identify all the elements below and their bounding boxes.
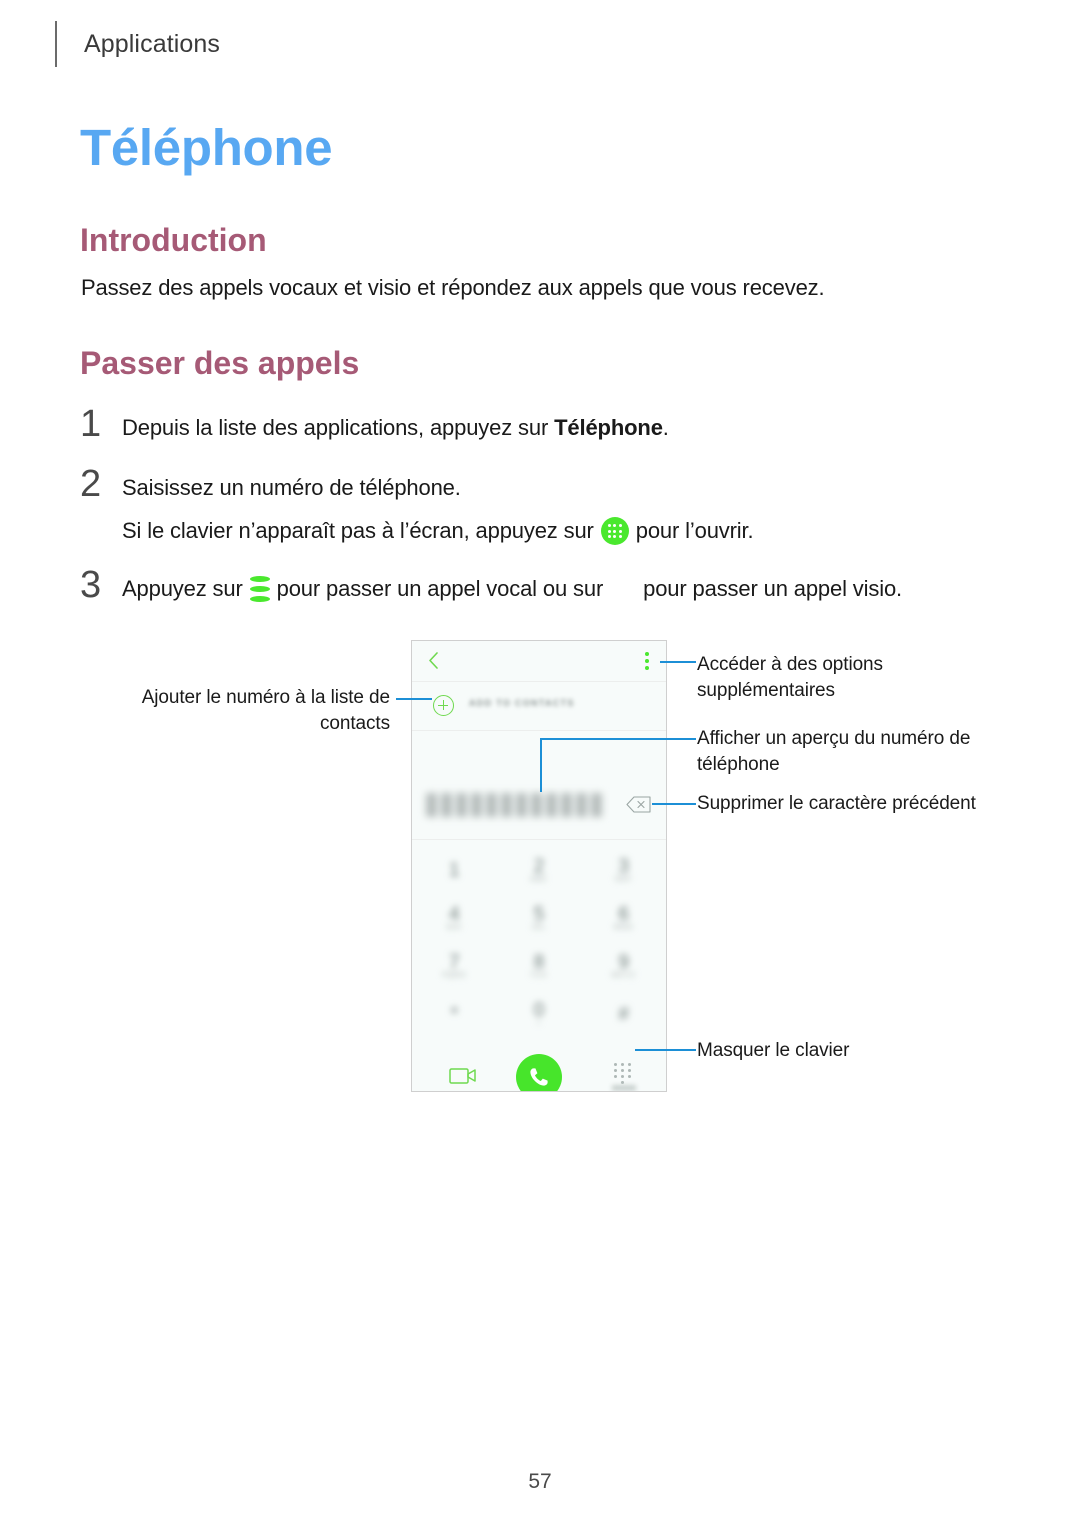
step-2-subtext-after: pour l’ouvrir. [635, 518, 754, 543]
step-3-text-after: pour passer un appel visio. [643, 576, 903, 601]
header-section-label: Applications [84, 29, 221, 58]
keypad-key[interactable]: 8 TUV [497, 953, 582, 979]
keypad-sub: DEF [615, 876, 633, 883]
step-2-number: 2 [80, 463, 102, 505]
step-3-number: 3 [80, 564, 102, 606]
keypad-key[interactable]: 1 [412, 861, 497, 880]
keypad-digit: 7 [449, 952, 460, 973]
keypad-toggle-label [612, 1085, 636, 1091]
keypad-digit: 4 [449, 904, 460, 925]
keypad-sub: TUV [530, 972, 548, 979]
keypad-sub: JKL [531, 924, 547, 931]
callout-backspace: Supprimer le caractère précédent [697, 793, 976, 814]
video-call-icon [603, 578, 643, 600]
plus-circle-icon[interactable] [433, 695, 454, 716]
heading-introduction: Introduction [80, 222, 267, 258]
leader-line-preview-horizontal [540, 738, 696, 740]
page-title: Téléphone [80, 119, 333, 176]
keypad-row: 1 2 ABC 3 DEF [412, 846, 666, 894]
mock-add-to-contacts-row[interactable]: ADD TO CONTACTS [412, 682, 666, 731]
mock-action-bar [412, 1046, 666, 1091]
keypad-row: 4 GHI 5 JKL 6 MNO [412, 894, 666, 942]
keypad-sub: MNO [614, 924, 634, 931]
keypad-sub: + [536, 1020, 542, 1027]
leader-line-preview-vertical [540, 738, 542, 792]
keypad-digit: 9 [618, 952, 629, 973]
leader-line-add-contact [396, 698, 432, 700]
phone-handset-icon[interactable] [516, 1054, 562, 1091]
keypad-digit: # [618, 1003, 629, 1025]
keypad-digit: 6 [618, 904, 629, 925]
phone-app-mockup: ADD TO CONTACTS 1 2 ABC 3 DEF 4 GHI 5 JKL 6M… [411, 640, 667, 1092]
step-2: 2 Saisissez un numéro de téléphone. [80, 465, 461, 505]
step-1: 1 Depuis la liste des applications, appu… [80, 405, 669, 445]
video-camera-icon[interactable] [449, 1066, 477, 1085]
step-2-subtext-before: Si le clavier n’apparaît pas à l’écran, … [122, 518, 594, 543]
step-3-text-before: Appuyez sur [122, 576, 243, 601]
keypad-digit: 1 [449, 859, 460, 881]
keypad-sub: PQRS [442, 972, 467, 979]
step-3-text: Appuyez sur pour passer un appel vocal o… [122, 572, 902, 606]
keypad-key[interactable]: 3 DEF [581, 857, 666, 883]
keypad-key[interactable]: * [412, 1005, 497, 1024]
step-2-subtext: Si le clavier n’apparaît pas à l’écran, … [122, 517, 754, 545]
step-1-bold-term: Téléphone [554, 415, 663, 440]
keypad-dots-icon[interactable] [612, 1063, 636, 1091]
keypad-digit: 8 [533, 952, 545, 973]
chevron-left-icon[interactable] [428, 652, 439, 669]
keypad-key[interactable]: 0 + [497, 1001, 582, 1027]
page-header: Applications [55, 18, 220, 70]
keypad-key[interactable]: 7 PQRS [412, 953, 497, 979]
leader-line-hide-keyboard [635, 1049, 696, 1051]
keypad-digit: 2 [533, 856, 545, 877]
keypad-key[interactable]: 2 ABC [497, 857, 582, 883]
mock-keypad-grid: 1 2 ABC 3 DEF 4 GHI 5 JKL 6 MNO 7 PQRS 8 TUV 9W… [412, 840, 666, 1046]
callout-options: Accéder à des options supplémentaires [697, 654, 883, 701]
mock-number-display [426, 793, 604, 817]
page-number: 57 [528, 1470, 552, 1493]
header-divider [55, 21, 57, 67]
keypad-key[interactable]: 6 MNO [581, 905, 666, 931]
step-1-text-after: . [662, 415, 669, 440]
mock-add-to-contacts-label: ADD TO CONTACTS [469, 698, 575, 708]
call-green-icon [249, 576, 270, 603]
keypad-row: 7 PQRS 8 TUV 9 WXYZ [412, 942, 666, 990]
keypad-row: * 0 + # [412, 990, 666, 1038]
keypad-digit: 0 [533, 1000, 545, 1021]
step-1-number: 1 [80, 403, 102, 445]
mock-top-bar [412, 641, 666, 682]
step-1-text: Depuis la liste des applications, appuye… [122, 411, 669, 445]
leader-line-backspace [652, 803, 696, 805]
keypad-digit: 5 [533, 904, 545, 925]
callout-add-contact: Ajouter le numéro à la liste de contacts [141, 687, 390, 734]
step-3-text-middle: pour passer un appel vocal ou sur [276, 576, 604, 601]
keypad-sub: WXYZ [611, 972, 636, 979]
mock-number-display-row [412, 777, 666, 840]
step-3: 3 Appuyez sur pour passer un appel vocal… [80, 566, 902, 606]
keypad-sub: GHI [446, 924, 463, 931]
callout-preview: Afficher un aperçu du numéro de téléphon… [697, 728, 971, 775]
keypad-key[interactable]: # [581, 1005, 666, 1024]
callout-hide-keyboard: Masquer le clavier [697, 1040, 850, 1061]
leader-line-options [660, 661, 696, 663]
keypad-key[interactable]: 5 JKL [497, 905, 582, 931]
keypad-green-icon [600, 517, 629, 545]
keypad-key[interactable]: 9 WXYZ [581, 953, 666, 979]
keypad-digit: 3 [618, 856, 629, 877]
step-1-text-before: Depuis la liste des applications, appuye… [122, 415, 555, 440]
more-vertical-icon[interactable] [645, 652, 649, 670]
keypad-key[interactable]: 4 GHI [412, 905, 497, 931]
intro-paragraph: Passez des appels vocaux et visio et rép… [81, 275, 825, 300]
backspace-icon[interactable] [626, 796, 652, 813]
keypad-sub: ABC [530, 876, 548, 883]
keypad-dots-glyph [612, 1063, 634, 1084]
keypad-digit: * [450, 1003, 459, 1025]
step-2-text: Saisissez un numéro de téléphone. [122, 475, 461, 500]
heading-passer-des-appels: Passer des appels [80, 345, 360, 381]
